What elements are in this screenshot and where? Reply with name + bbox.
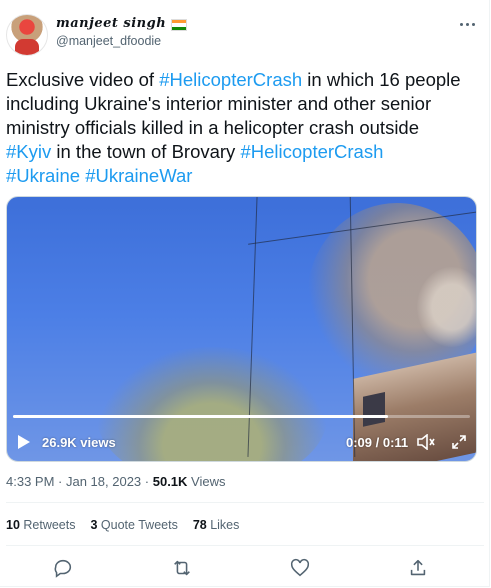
- action-bar: [0, 557, 491, 581]
- tweet-text-segment: in which 16 people: [302, 69, 461, 90]
- meta-separator: ·: [54, 474, 66, 489]
- quotes-label: Quote Tweets: [97, 518, 178, 532]
- tweet-text-line: #Kyiv in the town of Brovary #Helicopter…: [6, 140, 484, 164]
- tweet-meta: 4:33 PM · Jan 18, 2023 · 50.1K Views: [6, 474, 226, 489]
- more-options-icon[interactable]: [460, 16, 480, 32]
- tweet-text-segment: ministry officials killed in a helicopte…: [6, 117, 420, 138]
- retweets-stat[interactable]: 10 Retweets: [6, 518, 76, 532]
- quote-tweets-stat[interactable]: 3 Quote Tweets: [91, 518, 178, 532]
- author-handle[interactable]: @manjeet_dfoodie: [56, 34, 161, 48]
- retweets-label: Retweets: [19, 518, 76, 532]
- video-frame-tree: [97, 347, 327, 461]
- views-label: Views: [187, 474, 226, 489]
- hashtag-link[interactable]: #HelicopterCrash: [159, 69, 302, 90]
- views-count: 50.1K: [152, 474, 188, 489]
- tweet-stats: 10 Retweets 3 Quote Tweets 78 Likes: [6, 518, 239, 532]
- share-icon[interactable]: [407, 557, 431, 581]
- retweet-icon[interactable]: [171, 557, 195, 581]
- reply-icon[interactable]: [52, 557, 76, 581]
- tweet-text-line: including Ukraine's interior minister an…: [6, 92, 484, 116]
- hashtag-link[interactable]: #Kyiv: [6, 141, 51, 162]
- tweet-text-segment: including Ukraine's interior minister an…: [6, 93, 432, 114]
- volume-icon[interactable]: [417, 429, 435, 455]
- play-icon[interactable]: [17, 429, 31, 455]
- tweet-text: Exclusive video of #HelicopterCrash in w…: [6, 68, 484, 188]
- hashtag-link[interactable]: #HelicopterCrash: [240, 141, 383, 162]
- tweet-text-line: #Ukraine #UkraineWar: [6, 164, 484, 188]
- hashtag-link[interactable]: #UkraineWar: [85, 165, 192, 186]
- author-display-name[interactable]: manjeet singh: [56, 16, 166, 31]
- video-progress-fill: [13, 415, 388, 418]
- likes-count: 78: [192, 518, 207, 532]
- india-flag-icon: [171, 19, 187, 31]
- likes-label: Likes: [206, 518, 240, 532]
- tweet-text-line: Exclusive video of #HelicopterCrash in w…: [6, 68, 484, 92]
- divider: [6, 502, 484, 503]
- hashtag-link[interactable]: #Ukraine: [6, 165, 80, 186]
- likes-stat[interactable]: 78 Likes: [193, 518, 240, 532]
- like-icon[interactable]: [289, 557, 313, 581]
- tweet-date[interactable]: Jan 18, 2023: [66, 474, 141, 489]
- video-views: 26.9K views: [42, 434, 116, 450]
- tweet-text-segment: Exclusive video of: [6, 69, 160, 90]
- retweets-count: 10: [6, 518, 20, 532]
- tweet-text-segment: in the town of Brovary: [51, 141, 241, 162]
- video-time: 0:09 / 0:11: [346, 434, 409, 450]
- video-player[interactable]: 26.9K views 0:09 / 0:11: [6, 196, 477, 462]
- video-progress-bar[interactable]: [13, 415, 470, 418]
- tweet-text-line: ministry officials killed in a helicopte…: [6, 116, 484, 140]
- divider: [6, 545, 484, 546]
- avatar[interactable]: [6, 14, 48, 56]
- fullscreen-icon[interactable]: [451, 429, 467, 455]
- tweet-time[interactable]: 4:33 PM: [6, 474, 54, 489]
- tweet-card: manjeet singh @manjeet_dfoodie Exclusive…: [0, 0, 490, 587]
- meta-separator: ·: [141, 474, 153, 489]
